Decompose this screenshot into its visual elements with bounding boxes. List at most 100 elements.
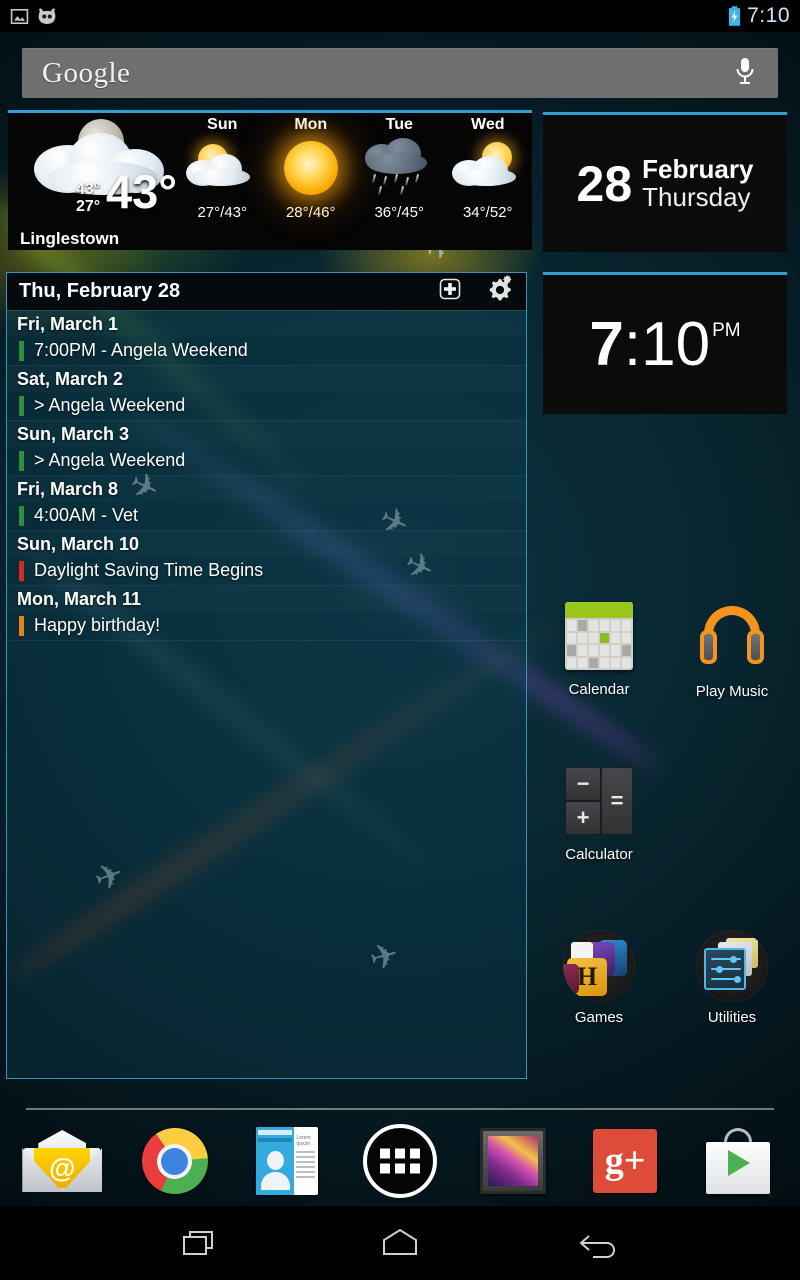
folder-games[interactable]: H Games xyxy=(543,930,655,1026)
clock-ampm: PM xyxy=(712,319,741,341)
partly-cloudy-icon xyxy=(448,136,528,200)
weather-widget[interactable]: 43° 27° 43° Linglestown Sun 27°/43° Mon xyxy=(8,110,532,250)
calendar-event-item[interactable]: 4:00AM - Vet xyxy=(7,502,526,531)
forecast-day-label: Tue xyxy=(385,116,413,133)
gallery-icon xyxy=(479,1128,546,1194)
calendar-event-text: 4:00AM - Vet xyxy=(34,505,139,525)
email-icon: @ xyxy=(22,1130,103,1192)
calendar-event-item[interactable]: Happy birthday! xyxy=(7,612,526,641)
people-icon: Lorem Ipsum xyxy=(256,1127,319,1195)
forecast-temps: 27°/43° xyxy=(197,204,248,221)
calendar-event-item[interactable]: 7:00PM - Angela Weekend xyxy=(7,337,526,366)
back-icon[interactable] xyxy=(570,1219,630,1267)
play-store-icon xyxy=(705,1128,770,1194)
dock-play-store[interactable] xyxy=(699,1122,777,1200)
dock-divider xyxy=(26,1108,774,1110)
partly-cloudy-icon xyxy=(182,136,262,200)
forecast-day-label: Sun xyxy=(207,116,238,133)
cyanogenmod-icon xyxy=(38,7,56,24)
image-icon xyxy=(10,8,29,24)
dock-people[interactable]: Lorem Ipsum xyxy=(248,1122,326,1200)
clock-widget[interactable]: 7 :10 PM xyxy=(543,272,787,414)
calendar-date-header: Sun, March 10 xyxy=(17,534,140,554)
folder-utilities[interactable]: Utilities xyxy=(676,930,788,1026)
calc-minus-key: − xyxy=(565,767,601,801)
battery-charging-icon xyxy=(729,5,741,26)
app-drawer-icon xyxy=(362,1124,437,1198)
forecast-day-label: Wed xyxy=(471,116,505,133)
status-bar[interactable]: 7:10 xyxy=(0,0,800,32)
calendar-event-text: > Angela Weekend xyxy=(34,450,186,470)
add-event-icon[interactable] xyxy=(438,277,462,306)
app-label: Play Music xyxy=(695,683,769,700)
home-screen: ✈ ✈ ✈ ✈ ✈ ✈ 7:10 xyxy=(0,0,800,1280)
weather-city: Linglestown xyxy=(20,229,120,248)
rain-icon xyxy=(359,136,439,200)
dock-google-plus[interactable]: g+ xyxy=(586,1122,664,1200)
calendar-widget[interactable]: Thu, February 28 Fri, March 1 7:00PM - A… xyxy=(6,272,527,1079)
google-search-bar[interactable]: Google xyxy=(22,48,778,98)
sunny-icon xyxy=(271,136,351,200)
status-bar-clock: 7:10 xyxy=(747,4,790,27)
event-color-bar xyxy=(19,615,24,636)
date-month: February xyxy=(642,154,754,185)
event-color-bar xyxy=(19,560,24,581)
forecast-temps: 36°/45° xyxy=(374,204,425,221)
weather-current-conditions[interactable]: 43° 27° 43° Linglestown xyxy=(8,113,188,250)
status-system-icons: 7:10 xyxy=(728,4,790,28)
event-color-bar xyxy=(19,340,24,361)
forecast-temps: 34°/52° xyxy=(462,204,513,221)
calendar-event-item[interactable]: Daylight Saving Time Begins xyxy=(7,557,526,586)
calculator-icon: − + = xyxy=(565,767,633,835)
date-day-number: 28 xyxy=(576,155,633,212)
dock-app-drawer[interactable] xyxy=(361,1122,439,1200)
dock-chrome[interactable] xyxy=(136,1122,214,1200)
clock-minutes: :10 xyxy=(623,309,711,379)
calendar-event-list[interactable]: Fri, March 1 7:00PM - Angela Weekend Sat… xyxy=(7,311,526,641)
forecast-day-2[interactable]: Tue 36°/45° xyxy=(355,113,444,250)
weather-hi-lo: 43° 27° xyxy=(76,181,101,215)
calendar-event-item[interactable]: > Angela Weekend xyxy=(7,392,526,421)
status-notification-icons xyxy=(10,7,58,26)
calendar-event-text: Daylight Saving Time Begins xyxy=(34,560,264,580)
forecast-day-label: Mon xyxy=(294,116,328,133)
gear-icon[interactable] xyxy=(486,275,514,308)
home-icon[interactable] xyxy=(370,1219,430,1267)
dock: @ Lorem Ipsum g+ xyxy=(0,1116,800,1206)
contact-card-label: Lorem Ipsum xyxy=(296,1135,311,1147)
app-label: Calculator xyxy=(565,846,633,863)
calendar-app-icon xyxy=(565,602,633,670)
event-color-bar xyxy=(19,395,24,416)
calc-equals-key: = xyxy=(601,767,633,835)
calendar-date-header: Fri, March 1 xyxy=(17,314,119,334)
calendar-event-text: > Angela Weekend xyxy=(34,395,186,415)
utilities-folder-icon xyxy=(696,930,768,1002)
navigation-bar xyxy=(0,1206,800,1280)
dock-email[interactable]: @ xyxy=(22,1122,103,1200)
forecast-day-3[interactable]: Wed 34°/52° xyxy=(444,113,533,250)
calc-plus-key: + xyxy=(565,801,601,835)
forecast-day-1[interactable]: Mon 28°/46° xyxy=(267,113,356,250)
event-color-bar xyxy=(19,505,24,526)
app-calendar[interactable]: Calendar xyxy=(543,600,655,698)
app-calculator[interactable]: − + = Calculator xyxy=(543,765,655,863)
calendar-event-text: 7:00PM - Angela Weekend xyxy=(34,340,248,360)
forecast-day-0[interactable]: Sun 27°/43° xyxy=(178,113,267,250)
google-logo: Google xyxy=(42,56,131,89)
recents-icon[interactable] xyxy=(170,1219,230,1267)
folder-label: Games xyxy=(574,1009,624,1026)
app-play-music[interactable]: Play Music xyxy=(676,600,788,700)
date-weekday: Thursday xyxy=(642,181,751,212)
calendar-widget-title: Thu, February 28 xyxy=(19,280,181,302)
app-label: Calendar xyxy=(568,681,630,698)
dock-gallery[interactable] xyxy=(474,1122,552,1200)
date-widget[interactable]: 28 February Thursday xyxy=(543,112,787,252)
weather-current-temp: 43° xyxy=(106,165,178,218)
chrome-icon xyxy=(141,1128,208,1194)
microphone-icon[interactable] xyxy=(734,56,756,91)
clock-hour: 7 xyxy=(589,309,624,379)
calendar-widget-header: Thu, February 28 xyxy=(7,273,526,311)
games-folder-icon: H xyxy=(563,930,635,1002)
calendar-event-item[interactable]: > Angela Weekend xyxy=(7,447,526,476)
calendar-date-header: Sat, March 2 xyxy=(17,369,124,389)
